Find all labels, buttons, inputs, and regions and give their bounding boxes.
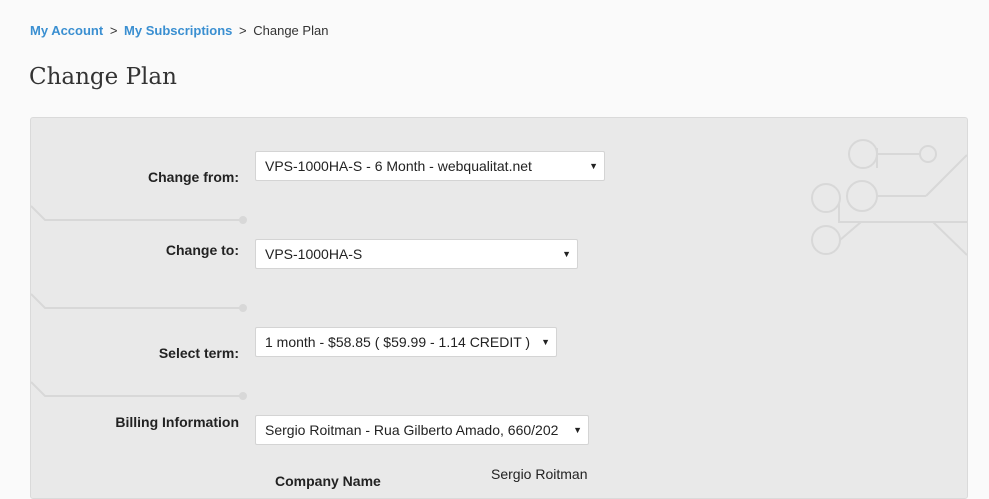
billing-information-select[interactable]: Sergio Roitman - Rua Gilberto Amado, 660… [255,415,589,445]
select-term-select[interactable]: 1 month - $58.85 ( $59.99 - 1.14 CREDIT … [255,327,557,357]
breadcrumb: My Account > My Subscriptions > Change P… [30,23,328,38]
triangle-down-icon: ▼ [573,425,582,435]
change-to-value: VPS-1000HA-S [265,246,363,262]
select-term-label: Select term: [158,345,239,361]
triangle-down-icon: ▼ [541,337,550,347]
select-term-value: 1 month - $58.85 ( $59.99 - 1.14 CREDIT … [265,334,531,350]
change-to-select[interactable]: VPS-1000HA-S ▼ [255,239,578,269]
breadcrumb-current: Change Plan [253,23,329,38]
change-from-value: VPS-1000HA-S - 6 Month - webqualitat.net [265,158,532,174]
breadcrumb-separator: > [109,23,118,38]
change-plan-form-panel: Change from: VPS-1000HA-S - 6 Month - we… [30,117,968,499]
change-from-select[interactable]: VPS-1000HA-S - 6 Month - webqualitat.net… [255,151,605,181]
breadcrumb-separator: > [239,23,247,38]
change-to-label: Change to: [165,242,239,258]
billing-information-value: Sergio Roitman - Rua Gilberto Amado, 660… [265,422,559,438]
company-name-value: Sergio Roitman [491,466,588,482]
triangle-down-icon: ▼ [562,249,571,259]
company-name-label: Company Name [275,473,381,489]
breadcrumb-my-subscriptions-link[interactable]: My Subscriptions [124,23,232,38]
billing-information-label: Billing Information [115,414,239,430]
page-title: Change Plan [29,64,177,90]
triangle-down-icon: ▼ [589,161,598,171]
breadcrumb-my-account-link[interactable]: My Account [30,23,103,38]
change-from-label: Change from: [148,169,239,185]
